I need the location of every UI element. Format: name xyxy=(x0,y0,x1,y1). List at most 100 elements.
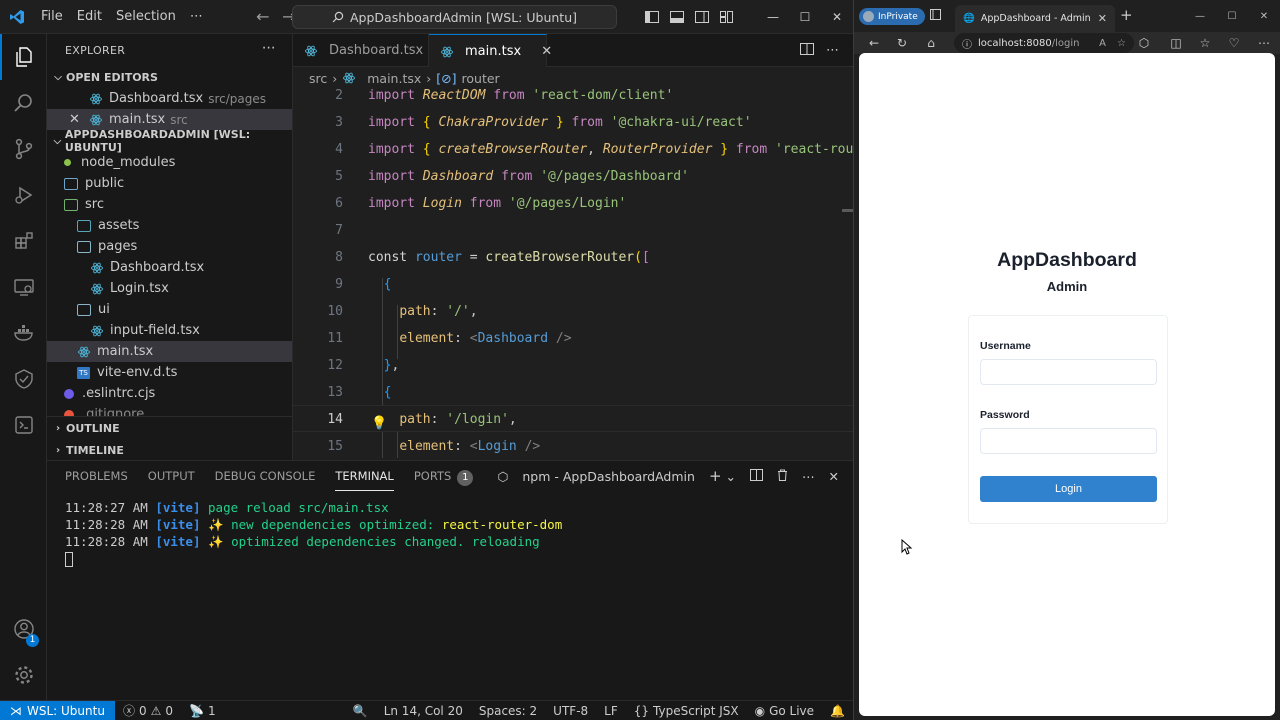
tab-debug-console[interactable]: DEBUG CONSOLE xyxy=(215,461,316,491)
tab-actions-icon[interactable] xyxy=(930,9,941,24)
extensions-icon[interactable]: ⬡ xyxy=(1134,34,1154,52)
breadcrumb-symbol[interactable]: router xyxy=(462,71,500,86)
address-bar[interactable]: ⓘ localhost:8080/login A ☆ xyxy=(954,33,1134,53)
tree-item[interactable]: main.tsx xyxy=(47,341,292,362)
tree-item[interactable]: TS vite-env.d.ts xyxy=(47,362,292,383)
code-editor[interactable]: 2 import ReactDOM from 'react-dom/client'… xyxy=(293,89,853,458)
favorite-star-icon[interactable]: ☆ xyxy=(1117,38,1126,49)
problems-status[interactable]: ⓧ 0 ⚠ 0 xyxy=(115,702,181,719)
panel-more-icon[interactable]: ⋯ xyxy=(802,469,815,484)
outline-section[interactable]: › OUTLINE xyxy=(47,417,292,439)
open-editor-main[interactable]: ✕ main.tsx src xyxy=(47,109,292,130)
notifications-bell-icon[interactable]: 🔔 xyxy=(822,704,853,718)
cursor-position[interactable]: Ln 14, Col 20 xyxy=(376,704,471,718)
tab-ports[interactable]: PORTS 1 xyxy=(414,461,474,491)
close-tab-icon[interactable]: ✕ xyxy=(1098,12,1107,25)
encoding[interactable]: UTF-8 xyxy=(545,704,596,718)
maximize-icon[interactable]: ☐ xyxy=(789,0,821,34)
remote-explorer-icon[interactable] xyxy=(0,264,47,310)
tree-item[interactable]: .eslintrc.cjs xyxy=(47,383,292,404)
username-input[interactable] xyxy=(980,359,1157,385)
timeline-section[interactable]: › TIMELINE xyxy=(47,439,292,460)
language-mode[interactable]: {} TypeScript JSX xyxy=(626,704,747,718)
login-button[interactable]: Login xyxy=(980,476,1157,502)
split-editor-icon[interactable] xyxy=(800,42,814,59)
minimize-icon[interactable]: — xyxy=(757,0,789,34)
customize-layout-icon[interactable] xyxy=(714,0,739,34)
tree-item[interactable]: Login.tsx xyxy=(47,278,292,299)
explorer-more-icon[interactable]: ⋯ xyxy=(262,40,276,56)
tab-output[interactable]: OUTPUT xyxy=(148,461,195,491)
inprivate-badge[interactable]: InPrivate xyxy=(859,8,925,25)
ports-status[interactable]: 📡 1 xyxy=(181,704,224,718)
close-window-icon[interactable]: ✕ xyxy=(821,0,853,34)
tab-dashboard[interactable]: Dashboard.tsx xyxy=(293,34,429,67)
settings-gear-icon[interactable] xyxy=(0,652,47,698)
new-terminal-icon[interactable]: + xyxy=(709,467,722,485)
split-terminal-icon[interactable] xyxy=(750,468,764,484)
zoom-icon[interactable]: 🔍 xyxy=(345,704,376,718)
menu-file[interactable]: File xyxy=(34,0,70,34)
accounts-icon[interactable]: 1 xyxy=(0,606,47,652)
menu-edit[interactable]: Edit xyxy=(70,0,109,34)
tab-problems[interactable]: PROBLEMS xyxy=(65,461,128,491)
menu-selection[interactable]: Selection xyxy=(109,0,183,34)
remote-container-icon[interactable] xyxy=(0,402,47,448)
tree-item[interactable]: assets xyxy=(47,215,292,236)
chevron-down-icon[interactable]: ⌄ xyxy=(726,469,736,484)
toggle-sidebar-icon[interactable] xyxy=(639,0,664,34)
browser-more-icon[interactable]: ⋯ xyxy=(1254,34,1274,52)
tree-item[interactable]: input-field.tsx xyxy=(47,320,292,341)
tree-item[interactable]: node_modules xyxy=(47,152,292,173)
toggle-panel-icon[interactable] xyxy=(664,0,689,34)
back-arrow-icon[interactable]: ← xyxy=(250,7,276,26)
read-aloud-icon[interactable]: A xyxy=(1099,38,1106,49)
password-input[interactable] xyxy=(980,428,1157,454)
home-icon[interactable]: ⌂ xyxy=(921,34,941,52)
toggle-secondary-sidebar-icon[interactable] xyxy=(689,0,714,34)
tree-item[interactable]: ui xyxy=(47,299,292,320)
minimize-icon[interactable]: — xyxy=(1184,0,1216,32)
new-tab-icon[interactable]: + xyxy=(1120,6,1133,24)
workspace-section[interactable]: ⌵ APPDASHBOARDADMIN [WSL: UBUNTU] xyxy=(47,128,292,154)
close-window-icon[interactable]: ✕ xyxy=(1248,0,1280,32)
close-icon[interactable]: ✕ xyxy=(69,112,89,127)
line-ending[interactable]: LF xyxy=(596,704,626,718)
tab-main[interactable]: main.tsx ✕ xyxy=(429,34,552,68)
remote-indicator[interactable]: ⋊ WSL: Ubuntu xyxy=(0,700,115,720)
close-tab-icon[interactable]: ✕ xyxy=(541,44,552,59)
browser-essentials-icon[interactable]: ♡ xyxy=(1224,34,1244,52)
search-activity-icon[interactable] xyxy=(0,80,47,126)
run-debug-icon[interactable] xyxy=(0,172,47,218)
go-live-button[interactable]: ◉ Go Live xyxy=(747,704,822,718)
breadcrumb-src[interactable]: src xyxy=(309,71,327,86)
browser-tab[interactable]: 🌐 AppDashboard - Admin ✕ xyxy=(955,5,1115,32)
docker-icon[interactable] xyxy=(0,310,47,356)
breadcrumb-file[interactable]: main.tsx xyxy=(367,71,421,86)
open-editors-section[interactable]: ⌵ OPEN EDITORS xyxy=(47,66,292,88)
command-center[interactable]: AppDashboardAdmin [WSL: Ubuntu] xyxy=(292,5,617,29)
source-control-icon[interactable] xyxy=(0,126,47,172)
testing-icon[interactable] xyxy=(0,356,47,402)
terminal-name[interactable]: npm - AppDashboardAdmin xyxy=(522,469,695,484)
maximize-icon[interactable]: ☐ xyxy=(1216,0,1248,32)
tree-item[interactable]: public xyxy=(47,173,292,194)
split-screen-icon[interactable]: ◫ xyxy=(1166,34,1186,52)
editor-more-icon[interactable]: ⋯ xyxy=(826,43,839,58)
close-panel-icon[interactable]: ✕ xyxy=(829,469,839,484)
tree-item[interactable]: src xyxy=(47,194,292,215)
extensions-icon[interactable] xyxy=(0,218,47,264)
terminal-output[interactable]: 11:28:27 AM [vite] page reload src/main.… xyxy=(65,499,562,567)
open-editor-dashboard[interactable]: Dashboard.tsx src/pages xyxy=(47,88,292,109)
menu-more-icon[interactable]: ⋯ xyxy=(183,0,210,34)
tree-item[interactable]: pages xyxy=(47,236,292,257)
explorer-icon[interactable] xyxy=(0,34,47,80)
favorites-icon[interactable]: ☆ xyxy=(1195,34,1215,52)
trash-icon[interactable] xyxy=(777,469,788,484)
tab-terminal[interactable]: TERMINAL xyxy=(335,461,395,491)
back-arrow-icon[interactable]: ← xyxy=(864,34,884,52)
indentation[interactable]: Spaces: 2 xyxy=(471,704,545,718)
tree-item[interactable]: Dashboard.tsx xyxy=(47,257,292,278)
refresh-icon[interactable]: ↻ xyxy=(892,34,912,52)
scrollbar-thumb[interactable] xyxy=(842,209,853,212)
